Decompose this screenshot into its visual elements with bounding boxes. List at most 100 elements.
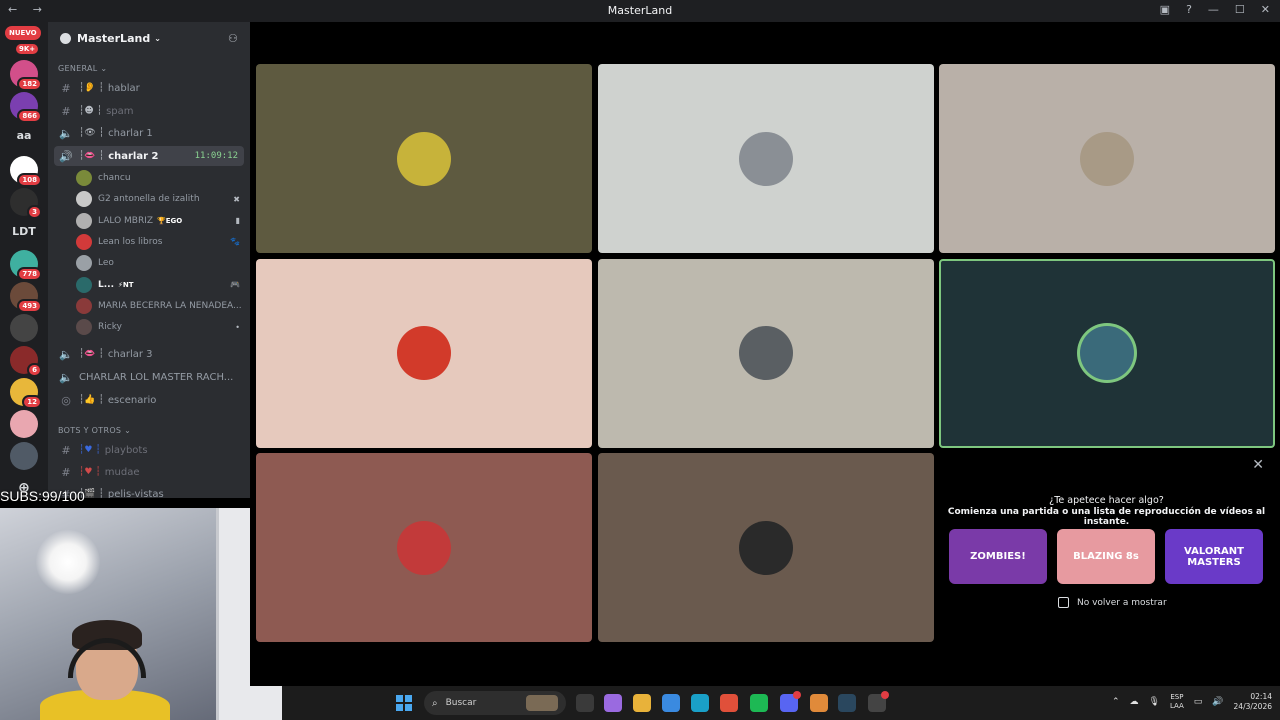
- spotify-icon[interactable]: [750, 694, 768, 712]
- server-ldt[interactable]: LDT: [0, 225, 48, 238]
- activity-card[interactable]: BLAZING 8s: [1057, 529, 1155, 584]
- chevron-up-icon[interactable]: ⌃: [1112, 697, 1120, 707]
- voice-user[interactable]: G2 antonella de izalith ✖: [76, 189, 244, 209]
- speaker-icon: 🔈: [59, 347, 73, 361]
- language-indicator[interactable]: ESP LAA: [1170, 693, 1184, 711]
- voice-participant-tile[interactable]: [597, 258, 934, 448]
- channel-escenario[interactable]: ◎ ┆👍 ┆ escenario: [54, 390, 244, 410]
- red-heart-icon: ┆♥ ┆: [79, 467, 101, 477]
- server-icon[interactable]: 108: [10, 156, 42, 187]
- maximize-icon[interactable]: ☐: [1235, 3, 1245, 16]
- server-icon[interactable]: [10, 314, 38, 342]
- close-icon[interactable]: ✕: [1252, 457, 1264, 473]
- task-view-icon[interactable]: [576, 694, 594, 712]
- participant-avatar: [1080, 326, 1134, 380]
- server-icon[interactable]: 182: [10, 60, 42, 91]
- discord-icon[interactable]: [780, 691, 801, 712]
- server-icon[interactable]: 778: [10, 250, 42, 281]
- inbox-icon[interactable]: ▣: [1160, 3, 1170, 16]
- voice-participant-tile[interactable]: [939, 258, 1275, 448]
- voice-participant-tile[interactable]: [256, 258, 592, 448]
- edge-icon[interactable]: [691, 694, 709, 712]
- close-window-icon[interactable]: ✕: [1261, 3, 1270, 16]
- new-label: NUEVO: [9, 29, 37, 37]
- voice-participant-tile[interactable]: [597, 64, 934, 253]
- chrome-icon[interactable]: [720, 694, 738, 712]
- activity-card[interactable]: ZOMBIES!: [949, 529, 1047, 584]
- category-general[interactable]: GENERAL ⌄: [58, 64, 107, 73]
- channel-label: charlar 1: [108, 127, 153, 139]
- server-aa[interactable]: aa: [0, 129, 48, 142]
- voice-user[interactable]: MARIA BECERRA LA NENADEA...: [76, 296, 244, 316]
- voice-user[interactable]: Lean los libros 🐾: [76, 232, 244, 252]
- voice-participant-tile[interactable]: [256, 453, 592, 642]
- participant-avatar: [738, 326, 793, 380]
- file-explorer-icon[interactable]: [633, 694, 651, 712]
- microphone-icon[interactable]: 🎙: [1149, 697, 1160, 707]
- server-mention-badge: 108: [17, 173, 42, 187]
- windows-start-icon[interactable]: [396, 695, 412, 711]
- user-tag: ⚡NT: [118, 280, 134, 289]
- unknown-app-icon[interactable]: [868, 691, 889, 712]
- server-icon[interactable]: 493: [10, 282, 42, 313]
- channel-charlar-2[interactable]: 🔊 ┆👄 ┆ charlar 2 11:09:12: [54, 146, 244, 166]
- new-count-badge: 9K+: [14, 42, 41, 56]
- dont-show-again-checkbox[interactable]: No volver a mostrar: [1058, 597, 1167, 608]
- server-icon[interactable]: 12: [10, 378, 42, 409]
- server-icon[interactable]: [10, 410, 38, 438]
- server-icon[interactable]: 866: [10, 92, 42, 123]
- user-tag: 🏆EGO: [157, 216, 183, 225]
- voice-user[interactable]: LALO MBRIZ 🏆EGO ▮: [76, 211, 244, 231]
- guild-icon: [60, 32, 71, 44]
- server-mention-badge: 12: [22, 395, 42, 409]
- server-icon[interactable]: 3: [10, 188, 42, 219]
- avatar: [76, 191, 92, 208]
- copilot-icon[interactable]: [604, 694, 622, 712]
- voice-user-name: G2 antonella de izalith: [98, 194, 200, 205]
- channel-hablar[interactable]: # ┆👂 ┆ hablar: [54, 78, 244, 98]
- server-icon[interactable]: [10, 442, 38, 470]
- clock[interactable]: 02:14 24/3/2026: [1234, 692, 1272, 712]
- blue-heart-icon: ┆♥ ┆: [79, 445, 101, 455]
- checkbox-box[interactable]: [1058, 597, 1069, 608]
- lamp-light: [36, 530, 100, 594]
- channel-mudae[interactable]: # ┆♥ ┆ mudae: [54, 462, 244, 482]
- voice-user[interactable]: chancu: [76, 168, 244, 188]
- cloud-icon[interactable]: ☁: [1130, 697, 1139, 707]
- activity-card[interactable]: VALORANT MASTERS: [1165, 529, 1263, 584]
- voice-participant-tile[interactable]: [597, 453, 934, 642]
- minimize-icon[interactable]: —: [1208, 3, 1219, 16]
- system-tray: ⌃ ☁ 🎙 ESP LAA ▭ 🔊 02:14 24/3/2026: [1112, 692, 1272, 712]
- new-badge[interactable]: NUEVO: [5, 26, 41, 40]
- channel-charlar-1[interactable]: 🔈 ┆👁 ┆ charlar 1: [54, 123, 244, 143]
- channel-playbots[interactable]: # ┆♥ ┆ playbots: [54, 440, 244, 460]
- voice-participant-tile[interactable]: [939, 64, 1275, 253]
- invite-user-icon[interactable]: ⚇: [228, 32, 240, 45]
- channel-charlar-lol[interactable]: 🔈 CHARLAR LOL MASTER RACH...: [54, 367, 244, 387]
- steam-icon[interactable]: [838, 694, 856, 712]
- volume-icon[interactable]: 🔊: [1212, 697, 1223, 707]
- voice-participant-tile[interactable]: [256, 64, 592, 253]
- participant-avatar: [397, 520, 451, 575]
- channel-charlar-3[interactable]: 🔈 ┆👄 ┆ charlar 3: [54, 344, 244, 364]
- mouth-icon: ┆👄 ┆: [79, 151, 105, 161]
- notification-dot: [793, 691, 801, 699]
- help-icon[interactable]: ?: [1186, 3, 1192, 16]
- voice-user-name: L...: [98, 279, 114, 290]
- title-bar: ← → MasterLand ▣ ? — ☐ ✕: [0, 0, 1280, 22]
- voice-user[interactable]: Ricky •: [76, 317, 244, 337]
- server-mention-badge: 182: [17, 77, 42, 91]
- category-bots[interactable]: BOTS Y OTROS ⌄: [58, 426, 131, 435]
- network-icon[interactable]: ▭: [1194, 697, 1203, 707]
- guild-header[interactable]: MasterLand ⌄ ⚇: [48, 22, 250, 54]
- voice-user[interactable]: Leo: [76, 253, 244, 273]
- voice-user[interactable]: L... ⚡NT 🎮: [76, 275, 244, 295]
- participant-avatar: [738, 520, 793, 575]
- speaker-icon: 🔈: [59, 370, 73, 384]
- discord-ptb-icon[interactable]: [810, 694, 828, 712]
- channel-spam[interactable]: # ┆☻ ┆ spam: [54, 101, 244, 121]
- user-activity-icon: ✖: [233, 194, 240, 204]
- taskbar-search[interactable]: ⌕ Buscar: [424, 691, 566, 715]
- store-icon[interactable]: [662, 694, 680, 712]
- server-icon[interactable]: 6: [10, 346, 42, 377]
